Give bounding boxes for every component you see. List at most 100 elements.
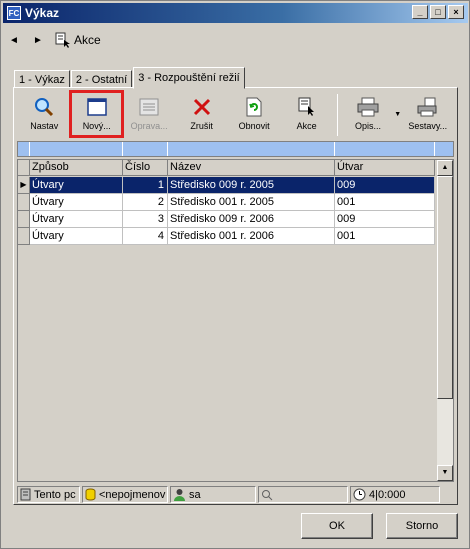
title-bar[interactable]: FC Výkaz _ □ × bbox=[3, 3, 468, 23]
akce-toolbar-label: Akce bbox=[296, 121, 317, 131]
data-grid: Způsob Číslo Název Útvar ▶ Útvary 1 Stře… bbox=[17, 159, 454, 482]
filter-row[interactable] bbox=[17, 141, 454, 157]
scroll-down-icon[interactable]: ▼ bbox=[437, 465, 453, 481]
reports-icon bbox=[417, 97, 437, 117]
forward-arrow-icon[interactable]: ► bbox=[31, 35, 45, 46]
toolbar: Nastav Nový... Oprava... Zrušit Obnovit … bbox=[18, 90, 454, 139]
search-icon bbox=[262, 489, 273, 500]
vertical-scrollbar[interactable]: ▲ ▼ bbox=[437, 160, 453, 481]
filter-cell[interactable] bbox=[335, 142, 435, 156]
table-row[interactable]: ▶ Útvary 1 Středisko 009 r. 2005 009 bbox=[18, 177, 435, 194]
window-controls: _ □ × bbox=[412, 5, 464, 19]
status-time: 4|0:000 bbox=[350, 486, 440, 503]
ok-button[interactable]: OK bbox=[301, 513, 373, 539]
refresh-icon bbox=[246, 97, 262, 117]
cell-nazev[interactable]: Středisko 009 r. 2006 bbox=[168, 211, 335, 228]
back-arrow-icon[interactable]: ◄ bbox=[7, 35, 21, 46]
opis-dropdown-arrow-icon[interactable]: ▼ bbox=[394, 91, 401, 118]
cell-utvar[interactable]: 009 bbox=[335, 177, 435, 194]
obnovit-label: Obnovit bbox=[238, 121, 270, 131]
column-header-zpusob[interactable]: Způsob bbox=[30, 160, 123, 176]
magnifier-icon bbox=[35, 98, 54, 117]
novy-button[interactable]: Nový... bbox=[69, 90, 124, 138]
filter-cell[interactable] bbox=[18, 142, 30, 156]
obnovit-button[interactable]: Obnovit bbox=[228, 91, 280, 137]
cell-nazev[interactable]: Středisko 001 r. 2005 bbox=[168, 194, 335, 211]
cell-utvar[interactable]: 001 bbox=[335, 228, 435, 245]
status-computer-label: Tento pc bbox=[34, 488, 76, 501]
opis-button[interactable]: Opis... bbox=[342, 91, 394, 137]
oprava-label: Oprava... bbox=[130, 121, 168, 131]
maximize-button[interactable]: □ bbox=[430, 5, 446, 19]
filter-cell[interactable] bbox=[30, 142, 123, 156]
status-bar: Tento pc <nepojmenov sa 4|0:000 bbox=[17, 486, 454, 503]
nastav-button[interactable]: Nastav bbox=[18, 91, 70, 137]
tab-panel: Nastav Nový... Oprava... Zrušit Obnovit … bbox=[13, 87, 458, 505]
column-header-nazev[interactable]: Název bbox=[168, 160, 335, 176]
filter-cell[interactable] bbox=[168, 142, 335, 156]
zrusit-label: Zrušit bbox=[190, 121, 213, 131]
header-indicator bbox=[18, 160, 30, 176]
status-time-label: 4|0:000 bbox=[369, 488, 406, 501]
sestavy-label: Sestavy... bbox=[408, 121, 448, 131]
row-pointer-icon: ▶ bbox=[18, 177, 30, 194]
report-window: FC Výkaz _ □ × ◄ ► Akce 1 - Výkaz 2 - Os… bbox=[0, 0, 470, 549]
cell-zpusob[interactable]: Útvary bbox=[30, 228, 123, 245]
table-row[interactable]: Útvary 3 Středisko 009 r. 2006 009 bbox=[18, 211, 435, 228]
database-icon bbox=[85, 488, 96, 501]
cell-utvar[interactable]: 009 bbox=[335, 211, 435, 228]
tab-strip: 1 - Výkaz 2 - Ostatní 3 - Rozpouštění re… bbox=[14, 67, 246, 89]
status-computer: Tento pc bbox=[17, 486, 80, 503]
cell-cislo[interactable]: 2 bbox=[123, 194, 168, 211]
computer-icon bbox=[20, 488, 31, 501]
cell-nazev[interactable]: Středisko 001 r. 2006 bbox=[168, 228, 335, 245]
cell-nazev[interactable]: Středisko 009 r. 2005 bbox=[168, 177, 335, 194]
app-icon: FC bbox=[7, 6, 21, 20]
akce-toolbar-button[interactable]: Akce bbox=[280, 91, 332, 137]
column-header-utvar[interactable]: Útvar bbox=[335, 160, 435, 176]
action-cursor-icon bbox=[55, 32, 70, 48]
edit-form-icon bbox=[139, 98, 159, 116]
window-title: Výkaz bbox=[25, 6, 60, 20]
nastav-label: Nastav bbox=[30, 121, 59, 131]
cell-zpusob[interactable]: Útvary bbox=[30, 177, 123, 194]
tab-rozpousteni-rezii[interactable]: 3 - Rozpouštění režií bbox=[133, 67, 245, 89]
delete-x-icon bbox=[193, 98, 210, 116]
akce-menu-button[interactable]: Akce bbox=[55, 32, 101, 48]
storno-button[interactable]: Storno bbox=[386, 513, 458, 539]
status-database-label: <nepojmenov bbox=[99, 488, 166, 501]
cell-cislo[interactable]: 3 bbox=[123, 211, 168, 228]
status-user: sa bbox=[170, 486, 256, 503]
row-indicator bbox=[18, 211, 30, 228]
status-search bbox=[258, 486, 348, 503]
grid-header: Způsob Číslo Název Útvar bbox=[18, 160, 435, 176]
sestavy-button[interactable]: Sestavy... bbox=[402, 91, 454, 137]
table-row[interactable]: Útvary 2 Středisko 001 r. 2005 001 bbox=[18, 194, 435, 211]
new-window-icon bbox=[86, 98, 107, 116]
scroll-up-icon[interactable]: ▲ bbox=[437, 160, 453, 176]
oprava-button[interactable]: Oprava... bbox=[123, 91, 175, 137]
cell-zpusob[interactable]: Útvary bbox=[30, 194, 123, 211]
row-indicator bbox=[18, 194, 30, 211]
table-row[interactable]: Útvary 4 Středisko 001 r. 2006 001 bbox=[18, 228, 435, 245]
akce-label: Akce bbox=[74, 33, 101, 47]
cell-utvar[interactable]: 001 bbox=[335, 194, 435, 211]
status-user-label: sa bbox=[189, 488, 201, 501]
zrusit-button[interactable]: Zrušit bbox=[175, 91, 227, 137]
cell-zpusob[interactable]: Útvary bbox=[30, 211, 123, 228]
close-button[interactable]: × bbox=[448, 5, 464, 19]
nav-bar: ◄ ► Akce bbox=[7, 29, 101, 51]
user-icon bbox=[174, 489, 185, 501]
status-database: <nepojmenov bbox=[82, 486, 168, 503]
filter-cell[interactable] bbox=[123, 142, 168, 156]
minimize-button[interactable]: _ bbox=[412, 5, 428, 19]
toolbar-separator bbox=[336, 94, 338, 136]
column-header-cislo[interactable]: Číslo bbox=[123, 160, 168, 176]
novy-label: Nový... bbox=[82, 121, 111, 131]
cell-cislo[interactable]: 4 bbox=[123, 228, 168, 245]
scroll-thumb[interactable] bbox=[437, 176, 453, 399]
cell-cislo[interactable]: 1 bbox=[123, 177, 168, 194]
clock-icon bbox=[353, 488, 366, 501]
row-indicator bbox=[18, 228, 30, 245]
action-cursor-icon bbox=[298, 97, 314, 116]
